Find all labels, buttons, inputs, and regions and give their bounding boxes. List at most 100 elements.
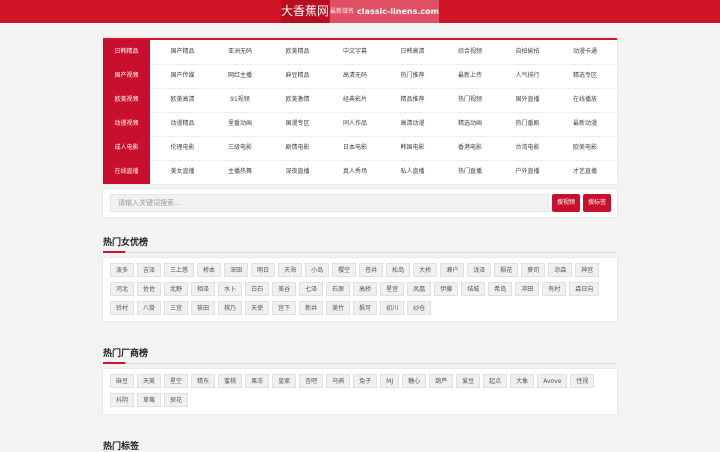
tag-chip[interactable]: MJ bbox=[380, 374, 400, 388]
nav-link[interactable]: 欧美电影 bbox=[557, 136, 614, 160]
nav-link[interactable]: 私人直播 bbox=[384, 160, 441, 184]
nav-link[interactable]: 综合视频 bbox=[442, 40, 499, 64]
tag-chip[interactable]: Avove bbox=[537, 374, 568, 388]
tag-chip[interactable]: 桥本 bbox=[197, 263, 222, 277]
tag-chip[interactable]: 大象 bbox=[510, 374, 535, 388]
nav-link[interactable]: 欧美激情 bbox=[269, 88, 326, 112]
nav-link[interactable]: 最新上传 bbox=[442, 64, 499, 88]
nav-link[interactable]: 高清无码 bbox=[327, 64, 384, 88]
tag-chip[interactable]: 樱空 bbox=[332, 263, 357, 277]
nav-link[interactable]: 中文字幕 bbox=[327, 40, 384, 64]
tag-chip[interactable]: 天海 bbox=[278, 263, 303, 277]
tag-chip[interactable]: 吉泽 bbox=[137, 263, 162, 277]
tag-chip[interactable]: 白石 bbox=[245, 282, 270, 296]
nav-category[interactable]: 在线直播 bbox=[103, 160, 150, 184]
tag-chip[interactable]: 杏吧 bbox=[299, 374, 324, 388]
nav-link[interactable]: 精品推荐 bbox=[384, 88, 441, 112]
tag-chip[interactable]: 八掛 bbox=[137, 301, 162, 315]
tag-chip[interactable]: 明日 bbox=[251, 263, 276, 277]
nav-link[interactable]: 才艺直播 bbox=[557, 160, 614, 184]
tag-chip[interactable]: 苍井 bbox=[359, 263, 384, 277]
nav-link[interactable]: 91视频 bbox=[212, 88, 269, 112]
tag-chip[interactable]: 筱田 bbox=[191, 301, 216, 315]
tag-chip[interactable]: 濑户 bbox=[440, 263, 465, 277]
tag-chip[interactable]: 糖心 bbox=[402, 374, 427, 388]
tag-chip[interactable]: 葵司 bbox=[521, 263, 546, 277]
nav-link[interactable]: 主播热舞 bbox=[212, 160, 269, 184]
tag-chip[interactable]: 精东 bbox=[191, 374, 216, 388]
nav-link[interactable]: 日韩高清 bbox=[384, 40, 441, 64]
nav-link[interactable]: 精选专区 bbox=[557, 64, 614, 88]
nav-link[interactable]: 香港电影 bbox=[442, 136, 499, 160]
nav-link[interactable]: 国漫专区 bbox=[269, 112, 326, 136]
nav-link[interactable]: 热门视频 bbox=[442, 88, 499, 112]
nav-link[interactable]: 国产精品 bbox=[154, 40, 211, 64]
tag-chip[interactable]: 桃乃 bbox=[218, 301, 243, 315]
nav-link[interactable]: 最新动漫 bbox=[557, 112, 614, 136]
tag-chip[interactable]: 森日向 bbox=[569, 282, 600, 296]
nav-link[interactable]: 国外直播 bbox=[499, 88, 556, 112]
tag-chip[interactable]: 佐佐 bbox=[137, 282, 162, 296]
tag-chip[interactable]: 石原 bbox=[326, 282, 351, 296]
nav-link[interactable]: 动漫卡通 bbox=[557, 40, 614, 64]
tag-chip[interactable]: 波多 bbox=[110, 263, 135, 277]
nav-link[interactable]: 国产传媒 bbox=[154, 64, 211, 88]
tag-chip[interactable]: 果冻 bbox=[245, 374, 270, 388]
nav-category[interactable]: 国产视频 bbox=[103, 64, 150, 88]
tag-chip[interactable]: 七泽 bbox=[299, 282, 324, 296]
tag-chip[interactable]: 北野 bbox=[164, 282, 189, 296]
tag-chip[interactable]: 冲田 bbox=[515, 282, 540, 296]
tag-chip[interactable]: 星空 bbox=[164, 374, 189, 388]
nav-link[interactable]: 韩国电影 bbox=[384, 136, 441, 160]
tag-chip[interactable]: 星宫 bbox=[380, 282, 405, 296]
tag-chip[interactable]: 大桥 bbox=[413, 263, 438, 277]
tag-chip[interactable]: 美竹 bbox=[326, 301, 351, 315]
nav-category[interactable]: 成人电影 bbox=[103, 136, 150, 160]
tag-chip[interactable]: 河北 bbox=[110, 282, 135, 296]
nav-link[interactable]: 伦理电影 bbox=[154, 136, 211, 160]
search-tag-button[interactable]: 搜标签 bbox=[583, 194, 611, 212]
nav-link[interactable]: 美女直播 bbox=[154, 160, 211, 184]
tag-chip[interactable]: 探花 bbox=[164, 393, 189, 407]
nav-link[interactable]: 欧美精品 bbox=[269, 40, 326, 64]
tag-chip[interactable]: 宫下 bbox=[272, 301, 297, 315]
nav-link[interactable]: 同人作品 bbox=[327, 112, 384, 136]
search-input[interactable]: 请输入关键词搜索... bbox=[110, 194, 549, 212]
search-video-button[interactable]: 搜视频 bbox=[552, 194, 580, 212]
tag-chip[interactable]: 高桥 bbox=[353, 282, 378, 296]
tag-chip[interactable]: 性视 bbox=[570, 374, 595, 388]
nav-category[interactable]: 欧美视频 bbox=[103, 88, 150, 112]
nav-link[interactable]: 热门番剧 bbox=[499, 112, 556, 136]
tag-chip[interactable]: 纱仓 bbox=[407, 301, 432, 315]
tag-chip[interactable]: 小岛 bbox=[305, 263, 330, 277]
nav-link[interactable]: 动漫精品 bbox=[154, 112, 211, 136]
tag-chip[interactable]: 蜜桃 bbox=[218, 374, 243, 388]
tag-chip[interactable]: 凤凰 bbox=[407, 282, 432, 296]
tag-chip[interactable]: 三上悠 bbox=[164, 263, 195, 277]
tag-chip[interactable]: 希岛 bbox=[488, 282, 513, 296]
tag-chip[interactable]: 初川 bbox=[380, 301, 405, 315]
nav-link[interactable]: 欧美高清 bbox=[154, 88, 211, 112]
nav-link[interactable]: 经典影片 bbox=[327, 88, 384, 112]
tag-chip[interactable]: 草莓 bbox=[137, 393, 162, 407]
nav-category[interactable]: 动漫视频 bbox=[103, 112, 150, 136]
tag-chip[interactable]: 有村 bbox=[542, 282, 567, 296]
tag-chip[interactable]: 伊藤 bbox=[434, 282, 459, 296]
nav-link[interactable]: 深夜直播 bbox=[269, 160, 326, 184]
nav-link[interactable]: 高清动漫 bbox=[384, 112, 441, 136]
tag-chip[interactable]: 相泽 bbox=[191, 282, 216, 296]
tag-chip[interactable]: 爱豆 bbox=[456, 374, 481, 388]
tag-chip[interactable]: 葫芦 bbox=[429, 374, 454, 388]
nav-link[interactable]: 热门直播 bbox=[442, 160, 499, 184]
domain-banner[interactable]: 最新域名 classic-linens.com bbox=[330, 0, 439, 23]
nav-link[interactable]: 麻豆精品 bbox=[269, 64, 326, 88]
nav-link[interactable]: 三级电影 bbox=[212, 136, 269, 160]
tag-chip[interactable]: 乌鸦 bbox=[326, 374, 351, 388]
tag-chip[interactable]: 结城 bbox=[461, 282, 486, 296]
nav-link[interactable]: 自拍偷拍 bbox=[499, 40, 556, 64]
tag-chip[interactable]: 松岛 bbox=[386, 263, 411, 277]
nav-link[interactable]: 剧情电影 bbox=[269, 136, 326, 160]
nav-link[interactable]: 台湾电影 bbox=[499, 136, 556, 160]
tag-chip[interactable]: 水卜 bbox=[218, 282, 243, 296]
nav-link[interactable]: 网红主播 bbox=[212, 64, 269, 88]
